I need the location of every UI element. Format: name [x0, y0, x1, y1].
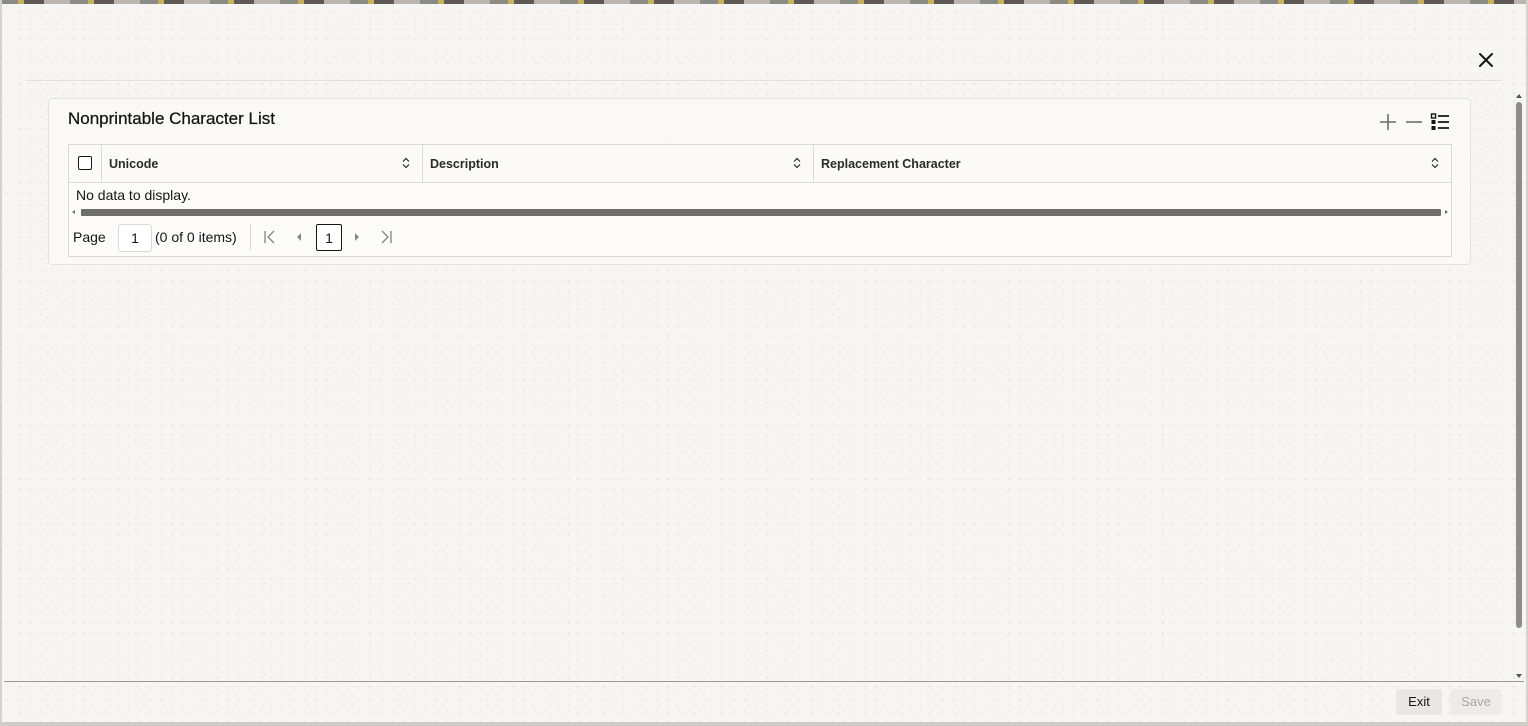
panel-title: Nonprintable Character List [68, 109, 275, 128]
column-header-unicode[interactable]: Unicode [102, 145, 423, 182]
save-button[interactable]: Save [1450, 689, 1502, 715]
window-left-border [0, 0, 2, 726]
column-header-label: Description [430, 157, 499, 171]
last-page-icon[interactable] [378, 229, 394, 245]
vertical-scrollbar[interactable] [1513, 92, 1525, 680]
header-divider [26, 80, 1502, 81]
nonprintable-character-panel: Nonprintable Character List Unicode Desc… [48, 98, 1471, 265]
column-header-replacement-character[interactable]: Replacement Character [814, 145, 1451, 182]
close-icon [1479, 53, 1493, 67]
minus-icon [1406, 121, 1422, 123]
exit-button[interactable]: Exit [1396, 689, 1442, 715]
select-all-checkbox[interactable] [78, 156, 92, 170]
remove-row-button[interactable] [1404, 112, 1424, 132]
column-header-label: Replacement Character [821, 157, 961, 171]
add-row-button[interactable] [1378, 112, 1398, 132]
scroll-down-icon[interactable] [1516, 674, 1522, 678]
scroll-right-icon[interactable] [1445, 210, 1448, 214]
items-count: (0 of 0 items) [155, 229, 237, 245]
vertical-scroll-thumb[interactable] [1516, 102, 1522, 628]
next-page-icon[interactable] [349, 229, 365, 245]
scroll-up-icon[interactable] [1516, 94, 1522, 98]
table-header: Unicode Description Replacement Characte… [69, 145, 1451, 183]
page-number-input[interactable]: 1 [118, 224, 152, 252]
sort-icon [402, 157, 410, 169]
footer-divider [4, 681, 1524, 682]
table-toolbar [1378, 112, 1450, 132]
list-view-icon [1430, 113, 1449, 130]
page-label: Page [73, 229, 106, 245]
empty-table-message: No data to display. [76, 187, 191, 203]
horizontal-scrollbar[interactable] [72, 208, 1448, 217]
previous-page-icon[interactable] [291, 229, 307, 245]
pagination: Page 1 (0 of 0 items) 1 [73, 224, 633, 252]
column-view-button[interactable] [1430, 112, 1450, 132]
first-page-icon[interactable] [262, 229, 278, 245]
current-page-button[interactable]: 1 [316, 224, 342, 251]
close-button[interactable] [1476, 50, 1496, 70]
top-banner-strip [0, 0, 1528, 4]
select-all-cell [69, 145, 102, 182]
character-table: Unicode Description Replacement Characte… [68, 144, 1452, 257]
window-bottom-border [0, 722, 1528, 726]
column-header-label: Unicode [109, 157, 159, 171]
pagination-divider [250, 224, 251, 250]
sort-icon [1431, 157, 1439, 169]
column-header-description[interactable]: Description [423, 145, 814, 182]
plus-icon [1380, 114, 1396, 130]
sort-icon [793, 157, 801, 169]
scroll-left-icon[interactable] [72, 210, 75, 214]
horizontal-scroll-thumb[interactable] [81, 209, 1441, 216]
